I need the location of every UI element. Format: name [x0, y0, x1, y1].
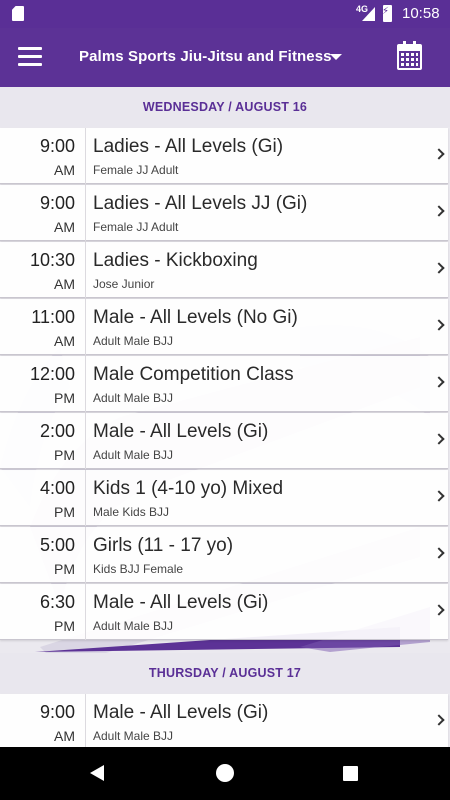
class-row[interactable]: 6:30 PM Male - All Levels (Gi) Adult Male B… — [0, 584, 448, 640]
day-header: THURSDAY / AUGUST 17 — [0, 653, 450, 693]
class-time: 9:00 AM — [0, 185, 86, 241]
menu-icon[interactable] — [18, 47, 42, 67]
chevron-right-icon[interactable] — [433, 604, 445, 616]
class-time-hour: 10:30 — [29, 250, 75, 270]
class-time-ampm: PM — [54, 447, 75, 463]
class-name: Kids 1 (4-10 yo) Mixed — [93, 478, 284, 499]
class-instructor: Male Kids BJJ — [93, 505, 170, 519]
class-instructor: Female JJ Adult — [93, 163, 179, 177]
class-instructor: Jose Junior — [93, 277, 155, 291]
chevron-down-icon[interactable] — [330, 54, 342, 60]
system-nav-bar — [0, 747, 450, 800]
battery-charging-icon — [382, 5, 392, 22]
class-name: Male - All Levels (Gi) — [93, 421, 269, 442]
class-time-hour: 5:00 — [39, 535, 75, 555]
class-time: 9:00 AM — [0, 694, 86, 747]
day-header: WEDNESDAY / AUGUST 16 — [0, 87, 450, 127]
class-row[interactable]: 5:00 PM Girls (11 - 17 yo) Kids BJJ Female — [0, 527, 448, 583]
chevron-right-icon[interactable] — [433, 148, 445, 160]
chevron-right-icon[interactable] — [433, 319, 445, 331]
gym-selector-title[interactable]: Palms Sports Jiu-Jitsu and Fitness — [79, 48, 332, 65]
home-icon[interactable] — [216, 764, 234, 782]
class-row[interactable]: 2:00 PM Male - All Levels (Gi) Adult Male B… — [0, 413, 448, 469]
class-time-hour: 4:00 — [39, 478, 75, 498]
class-instructor: Adult Male BJJ — [93, 334, 174, 348]
class-instructor: Adult Male BJJ — [93, 391, 174, 405]
chevron-right-icon[interactable] — [433, 262, 445, 274]
class-time-ampm: AM — [54, 219, 75, 235]
class-name: Male - All Levels (Gi) — [93, 702, 269, 723]
class-time-hour: 12:00 — [29, 364, 75, 384]
class-instructor: Adult Male BJJ — [93, 448, 174, 462]
class-time-hour: 6:30 — [39, 592, 75, 612]
class-time: 12:00 PM — [0, 356, 86, 412]
class-name: Male Competition Class — [93, 364, 294, 385]
class-row[interactable]: 9:00 AM Male - All Levels (Gi) Adult Male B… — [0, 694, 448, 747]
class-name: Ladies - Kickboxing — [93, 250, 258, 271]
class-row[interactable]: 9:00 AM Ladies - All Levels (Gi) Female JJ … — [0, 128, 448, 184]
app-bar: Palms Sports Jiu-Jitsu and Fitness — [0, 28, 450, 87]
class-row[interactable]: 9:00 AM Ladies - All Levels JJ (Gi) Female … — [0, 185, 448, 241]
class-time-hour: 9:00 — [39, 193, 75, 213]
class-time: 2:00 PM — [0, 413, 86, 469]
class-row[interactable]: 10:30 AM Ladies - Kickboxing Jose Junior — [0, 242, 448, 298]
class-time-ampm: AM — [54, 162, 75, 178]
class-time: 5:00 PM — [0, 527, 86, 583]
sd-card-icon — [12, 6, 24, 21]
class-time: 9:00 AM — [0, 128, 86, 184]
calendar-icon[interactable] — [397, 41, 422, 70]
chevron-right-icon[interactable] — [433, 376, 445, 388]
class-instructor: Adult Male BJJ — [93, 729, 174, 743]
class-time-ampm: AM — [54, 276, 75, 292]
class-time-ampm: AM — [54, 333, 75, 349]
class-time-hour: 9:00 — [39, 702, 75, 722]
class-instructor: Adult Male BJJ — [93, 619, 174, 633]
class-name: Male - All Levels (No Gi) — [93, 307, 298, 328]
chevron-right-icon[interactable] — [433, 714, 445, 726]
chevron-right-icon[interactable] — [433, 490, 445, 502]
chevron-right-icon[interactable] — [433, 205, 445, 217]
class-time: 10:30 AM — [0, 242, 86, 298]
class-time-ampm: PM — [54, 390, 75, 406]
class-time-hour: 2:00 — [39, 421, 75, 441]
schedule-list[interactable]: WEDNESDAY / AUGUST 16 9:00 AM Ladies - All … — [0, 87, 450, 747]
class-time-hour: 9:00 — [39, 136, 75, 156]
class-time-hour: 11:00 — [31, 307, 75, 327]
chevron-right-icon[interactable] — [433, 433, 445, 445]
class-time: 4:00 PM — [0, 470, 86, 526]
class-instructor: Kids BJJ Female — [93, 562, 184, 576]
class-time-ampm: PM — [54, 504, 75, 520]
status-bar: 4G 10:58 — [0, 0, 450, 28]
network-type: 4G — [356, 4, 369, 14]
class-time-ampm: PM — [54, 618, 75, 634]
chevron-right-icon[interactable] — [433, 547, 445, 559]
class-row[interactable]: 4:00 PM Kids 1 (4-10 yo) Mixed Male Kids BJ… — [0, 470, 448, 526]
recents-icon[interactable] — [343, 766, 358, 781]
class-instructor: Female JJ Adult — [93, 220, 179, 234]
class-name: Ladies - All Levels JJ (Gi) — [93, 193, 308, 214]
class-row[interactable]: 12:00 PM Male Competition Class Adult Male … — [0, 356, 448, 412]
class-name: Ladies - All Levels (Gi) — [93, 136, 284, 157]
class-name: Girls (11 - 17 yo) — [93, 535, 234, 556]
class-time: 6:30 PM — [0, 584, 86, 640]
class-time: 11:00 AM — [0, 299, 86, 355]
class-name: Male - All Levels (Gi) — [93, 592, 269, 613]
class-time-ampm: PM — [54, 561, 75, 577]
class-time-ampm: AM — [54, 728, 75, 744]
status-time: 10:58 — [402, 5, 440, 22]
back-icon[interactable] — [90, 765, 104, 781]
class-row[interactable]: 11:00 AM Male - All Levels (No Gi) Adult Ma… — [0, 299, 448, 355]
